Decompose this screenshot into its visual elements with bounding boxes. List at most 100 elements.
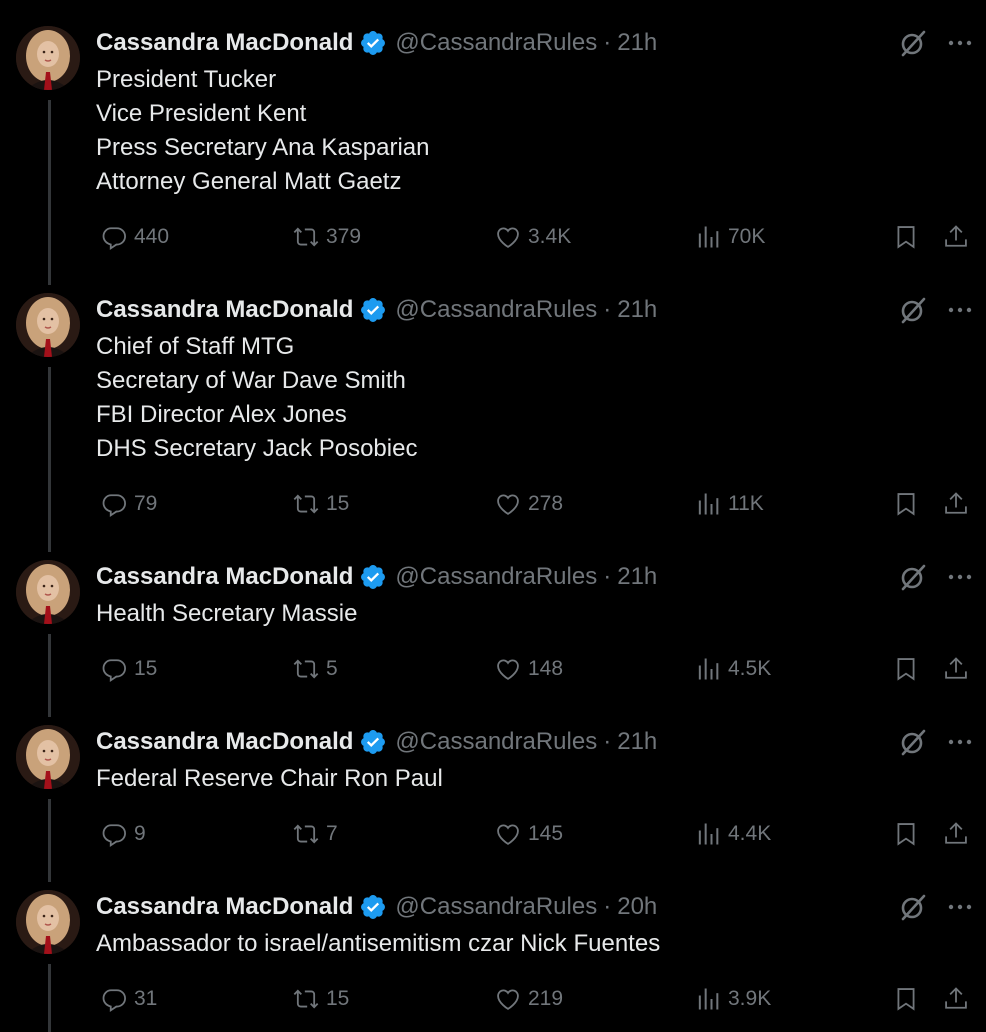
tweet[interactable]: Cassandra MacDonald @CassandraRules · 21h Ch… <box>0 293 986 521</box>
reply-icon <box>100 985 134 1013</box>
like-icon <box>494 985 528 1013</box>
tweet-header: Cassandra MacDonald @CassandraRules · 21h <box>96 26 657 60</box>
tweet[interactable]: Cassandra MacDonald @CassandraRules · 21h He… <box>0 560 986 686</box>
user-handle[interactable]: @CassandraRules <box>395 563 597 591</box>
bookmark-button[interactable] <box>892 489 920 519</box>
bookmark-button[interactable] <box>892 819 920 849</box>
grok-icon[interactable] <box>898 28 928 58</box>
more-options-icon[interactable] <box>946 562 974 592</box>
tweet-text: Federal Reserve Chair Ron Paul <box>96 762 443 796</box>
share-button[interactable] <box>942 654 970 684</box>
reply-button[interactable]: 440 <box>100 222 169 252</box>
display-name[interactable]: Cassandra MacDonald <box>96 563 353 591</box>
user-handle[interactable]: @CassandraRules <box>395 29 597 57</box>
verified-badge-icon[interactable] <box>359 563 387 591</box>
share-icon <box>942 655 970 683</box>
reply-count: 31 <box>134 987 158 1010</box>
grok-icon[interactable] <box>898 727 928 757</box>
like-button[interactable]: 278 <box>494 489 563 519</box>
more-options-icon[interactable] <box>946 892 974 922</box>
share-button[interactable] <box>942 222 970 252</box>
avatar[interactable] <box>16 890 80 954</box>
bookmark-icon <box>892 223 920 251</box>
display-name[interactable]: Cassandra MacDonald <box>96 29 353 57</box>
verified-badge-icon[interactable] <box>359 728 387 756</box>
verified-badge-icon[interactable] <box>359 29 387 57</box>
user-handle[interactable]: @CassandraRules <box>395 296 597 324</box>
like-count: 219 <box>528 987 564 1010</box>
avatar[interactable] <box>16 725 80 789</box>
reply-count: 440 <box>134 225 170 248</box>
reply-count: 9 <box>134 822 146 845</box>
avatar[interactable] <box>16 26 80 90</box>
views-button[interactable]: 70K <box>694 222 765 252</box>
reply-button[interactable]: 31 <box>100 984 157 1014</box>
more-options-icon[interactable] <box>946 28 974 58</box>
user-handle[interactable]: @CassandraRules <box>395 728 597 756</box>
share-button[interactable] <box>942 489 970 519</box>
grok-icon[interactable] <box>898 892 928 922</box>
separator: · <box>603 728 612 755</box>
bookmark-button[interactable] <box>892 654 920 684</box>
verified-badge-icon[interactable] <box>359 893 387 921</box>
views-button[interactable]: 4.4K <box>694 819 771 849</box>
tweet-text: President Tucker Vice President Kent Press… <box>96 63 430 199</box>
like-button[interactable]: 3.4K <box>494 222 571 252</box>
retweet-icon <box>292 985 326 1013</box>
timestamp[interactable]: 21h <box>617 563 657 591</box>
bookmark-icon <box>892 655 920 683</box>
retweet-icon <box>292 223 326 251</box>
views-button[interactable]: 4.5K <box>694 654 771 684</box>
views-icon <box>694 820 728 848</box>
timestamp[interactable]: 20h <box>617 893 657 921</box>
grok-icon[interactable] <box>898 295 928 325</box>
avatar[interactable] <box>16 293 80 357</box>
display-name[interactable]: Cassandra MacDonald <box>96 728 353 756</box>
retweet-button[interactable]: 7 <box>292 819 338 849</box>
reply-button[interactable]: 15 <box>100 654 157 684</box>
display-name[interactable]: Cassandra MacDonald <box>96 893 353 921</box>
tweet-text-line: Press Secretary Ana Kasparian <box>96 134 430 161</box>
retweet-button[interactable]: 15 <box>292 489 349 519</box>
like-button[interactable]: 148 <box>494 654 563 684</box>
reply-count: 15 <box>134 657 158 680</box>
more-options-icon[interactable] <box>946 295 974 325</box>
retweet-button[interactable]: 15 <box>292 984 349 1014</box>
share-button[interactable] <box>942 819 970 849</box>
tweet-text-line: FBI Director Alex Jones <box>96 401 347 428</box>
tweet-text-line: President Tucker <box>96 66 277 93</box>
reply-button[interactable]: 79 <box>100 489 157 519</box>
retweet-button[interactable]: 379 <box>292 222 361 252</box>
display-name[interactable]: Cassandra MacDonald <box>96 296 353 324</box>
views-count: 4.4K <box>728 822 772 845</box>
verified-badge-icon[interactable] <box>359 296 387 324</box>
tweet[interactable]: Cassandra MacDonald @CassandraRules · 21h Fe… <box>0 725 986 851</box>
share-button[interactable] <box>942 984 970 1014</box>
like-button[interactable]: 219 <box>494 984 563 1014</box>
like-count: 148 <box>528 657 564 680</box>
bookmark-button[interactable] <box>892 222 920 252</box>
tweet[interactable]: Cassandra MacDonald @CassandraRules · 21h Pr… <box>0 26 986 254</box>
reply-button[interactable]: 9 <box>100 819 146 849</box>
separator: · <box>603 893 612 920</box>
bookmark-icon <box>892 490 920 518</box>
retweet-button[interactable]: 5 <box>292 654 338 684</box>
timestamp[interactable]: 21h <box>617 728 657 756</box>
bookmark-button[interactable] <box>892 984 920 1014</box>
grok-icon[interactable] <box>898 562 928 592</box>
like-button[interactable]: 145 <box>494 819 563 849</box>
more-options-icon[interactable] <box>946 727 974 757</box>
tweet-actions: 79 15 278 11K <box>96 489 986 519</box>
user-handle[interactable]: @CassandraRules <box>395 893 597 921</box>
retweet-icon <box>292 820 326 848</box>
avatar[interactable] <box>16 560 80 624</box>
views-count: 70K <box>728 225 766 248</box>
tweet-text-line: Attorney General Matt Gaetz <box>96 168 402 195</box>
timestamp[interactable]: 21h <box>617 296 657 324</box>
views-count: 11K <box>728 492 764 515</box>
views-button[interactable]: 11K <box>694 489 764 519</box>
separator: · <box>603 29 612 56</box>
timestamp[interactable]: 21h <box>617 29 657 57</box>
views-button[interactable]: 3.9K <box>694 984 771 1014</box>
tweet[interactable]: Cassandra MacDonald @CassandraRules · 20h Am… <box>0 890 986 1016</box>
